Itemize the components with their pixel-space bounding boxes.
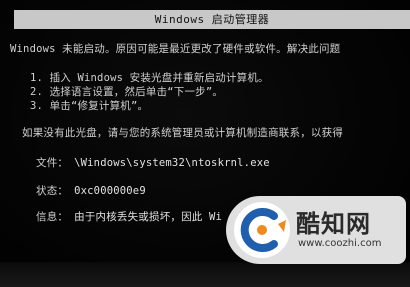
info-value: 由于内核丢失或损坏，因此 Wi [74,211,223,223]
file-value: \Windows\system32\ntoskrnl.exe [74,157,270,169]
error-message: Windows 未能启动。原因可能是最近更改了硬件或软件。解决此问题 [10,43,341,55]
step-2: 2. 选择语言设置，然后单击“下一步”。 [30,86,224,98]
file-detail: 文件： \Windows\system32\ntoskrnl.exe [36,157,270,170]
coozhi-c-logo-icon [234,202,290,258]
status-code: 0xc000000e9 [74,185,146,197]
step-3: 3. 单击“修复计算机”。 [30,100,149,112]
info-detail: 信息： 由于内核丢失或损坏，因此 Wi [36,211,222,224]
site-watermark: 酷知网 www.coozhi.com [226,196,406,264]
status-label: 状态： [36,185,69,197]
monitor-bezel [0,262,410,287]
window-title: Windows 启动管理器 [154,13,270,26]
boot-manager-screen: Windows 启动管理器 Windows 未能启动。原因可能是最近更改了硬件或… [0,0,410,287]
watermark-brand: 酷知网 [296,210,371,238]
file-label: 文件： [36,157,69,169]
no-disc-message: 如果没有此光盘，请与您的系统管理员或计算机制造商联系，以获得 [22,127,343,139]
status-detail: 状态： 0xc000000e9 [36,185,146,198]
info-label: 信息： [36,211,69,223]
window-title-bar: Windows 启动管理器 [14,10,410,29]
step-1: 1. 插入 Windows 安装光盘并重新启动计算机。 [30,72,269,84]
watermark-url: www.coozhi.com [298,238,382,249]
